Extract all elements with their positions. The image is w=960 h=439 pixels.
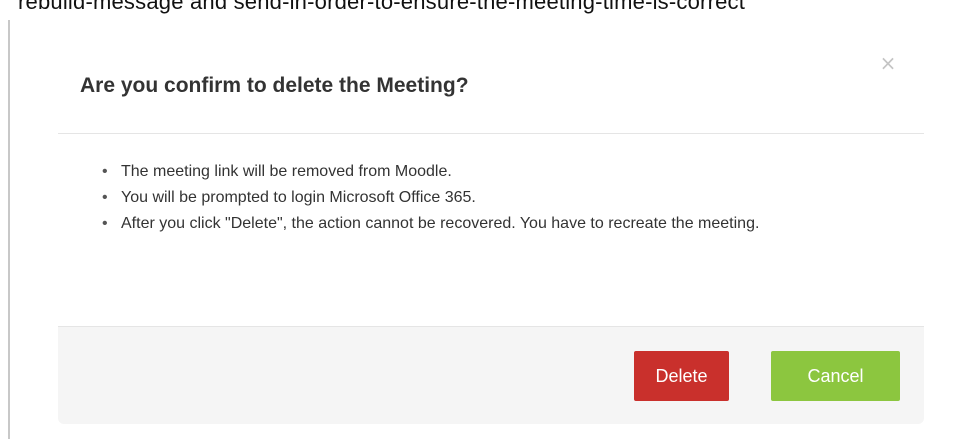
list-item-text: After you click "Delete", the action can… (121, 215, 760, 232)
delete-meeting-dialog: Are you confirm to delete the Meeting? ×… (58, 20, 924, 424)
bullet-icon: • (102, 215, 108, 232)
list-item: • After you click "Delete", the action c… (102, 211, 882, 237)
background-page-strip: rebuild-message and send-in-order-to-ens… (0, 0, 960, 22)
background-window-edge (8, 20, 10, 439)
dialog-header: Are you confirm to delete the Meeting? × (58, 20, 924, 134)
dialog-body: • The meeting link will be removed from … (58, 134, 924, 325)
list-item-text: You will be prompted to login Microsoft … (121, 189, 476, 206)
dialog-title: Are you confirm to delete the Meeting? (80, 74, 469, 97)
delete-button[interactable]: Delete (634, 351, 729, 401)
bullet-icon: • (102, 189, 108, 206)
list-item-text: The meeting link will be removed from Mo… (121, 163, 452, 180)
dialog-footer: Delete Cancel (58, 326, 924, 424)
warning-list: • The meeting link will be removed from … (102, 159, 882, 237)
list-item: • The meeting link will be removed from … (102, 159, 882, 185)
close-icon[interactable]: × (876, 51, 900, 75)
cancel-button[interactable]: Cancel (771, 351, 900, 401)
list-item: • You will be prompted to login Microsof… (102, 185, 882, 211)
background-partial-text: rebuild-message and send-in-order-to-ens… (18, 0, 746, 14)
bullet-icon: • (102, 163, 108, 180)
